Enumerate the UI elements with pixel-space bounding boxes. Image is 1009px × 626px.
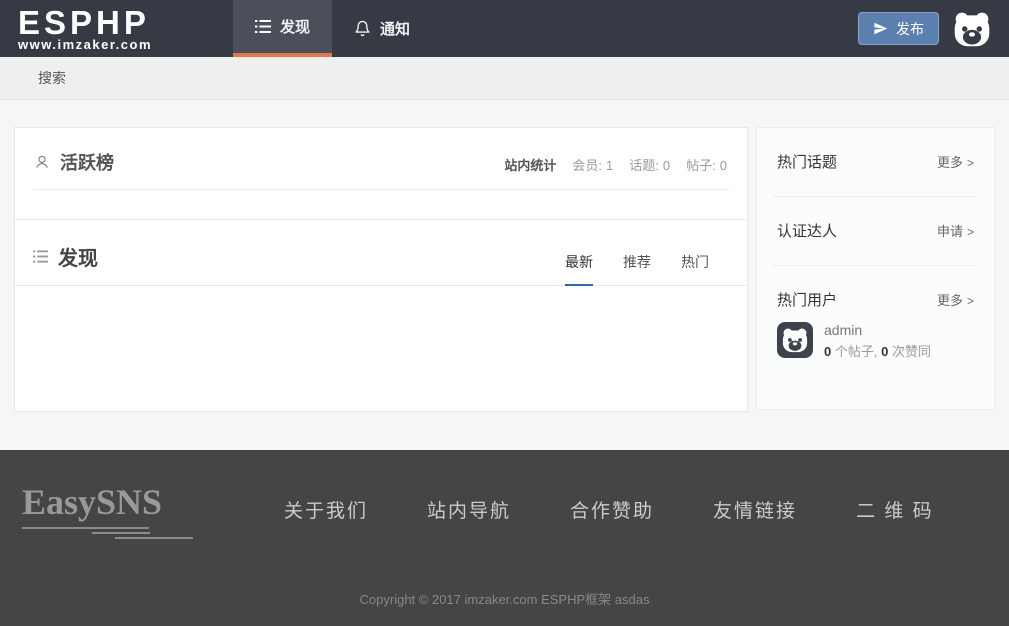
footer-link-about[interactable]: 关于我们 — [284, 496, 368, 523]
bell-icon — [354, 20, 371, 37]
discover-title: 发现 — [58, 242, 98, 271]
search-bar: 搜索 — [0, 57, 1009, 100]
sidebar: 热门话题 更多> 认证达人 申请> 热门用户 更多> admin — [756, 127, 995, 410]
hot-user-info: admin 0 个帖子, 0 次赞同 — [824, 322, 931, 360]
panda-avatar-icon — [952, 9, 992, 49]
footer-link-qrcode[interactable]: 二 维 码 — [856, 496, 934, 523]
list-icon — [33, 250, 48, 263]
site-stats-title: 站内统计 — [504, 155, 556, 174]
sidebar-section-hot-users: 热门用户 更多> — [773, 266, 978, 320]
person-icon — [33, 153, 51, 171]
search-link[interactable]: 搜索 — [38, 70, 66, 86]
footer-link-site-nav[interactable]: 站内导航 — [427, 496, 511, 523]
footer-logo-underline — [22, 527, 149, 529]
footer-nav: 关于我们 站内导航 合作赞助 友情链接 二 维 码 — [284, 496, 934, 523]
navbar-right: 发布 — [858, 0, 1009, 57]
discover-title-wrap: 发现 — [33, 242, 98, 271]
user-avatar[interactable] — [952, 9, 992, 49]
active-board-header: 活跃榜 — [33, 149, 114, 175]
hot-topics-more-link[interactable]: 更多> — [937, 152, 974, 171]
paper-plane-icon — [873, 21, 888, 36]
footer-logo-text: EasySNS — [22, 483, 264, 521]
divider — [33, 189, 729, 190]
footer-logo-underline — [92, 532, 150, 534]
admin-avatar[interactable] — [777, 322, 813, 358]
discover-header: 发现 最新 推荐 热门 — [15, 220, 747, 286]
chevron-right-icon: > — [967, 294, 974, 308]
admin-user-stats: 0 个帖子, 0 次赞同 — [824, 341, 931, 360]
panda-avatar-icon — [781, 326, 809, 354]
tab-recommended[interactable]: 推荐 — [623, 252, 651, 286]
logo-subtitle: www.imzaker.com — [18, 38, 233, 51]
nav-tab-discover[interactable]: 发现 — [233, 0, 332, 57]
discover-list-empty — [15, 286, 747, 411]
verified-title: 认证达人 — [777, 220, 837, 241]
sidebar-section-hot-topics: 热门话题 更多> — [773, 128, 978, 197]
top-navbar: ESPHP www.imzaker.com 发现 通知 发布 — [0, 0, 1009, 57]
admin-username[interactable]: admin — [824, 322, 931, 338]
footer-link-sponsor[interactable]: 合作赞助 — [570, 496, 654, 523]
discover-tabs: 最新 推荐 热门 — [565, 252, 709, 286]
footer: EasySNS 关于我们 站内导航 合作赞助 友情链接 二 维 码 Copyri… — [0, 450, 1009, 626]
sidebar-section-verified: 认证达人 申请> — [773, 197, 978, 266]
site-logo[interactable]: ESPHP www.imzaker.com — [0, 0, 233, 57]
stat-posts: 帖子:0 — [686, 155, 727, 174]
publish-button[interactable]: 发布 — [858, 12, 939, 45]
list-icon — [255, 20, 271, 33]
nav-tab-discover-label: 发现 — [280, 16, 310, 37]
discover-section: 发现 最新 推荐 热门 — [15, 220, 747, 411]
nav-tab-notifications-label: 通知 — [380, 18, 410, 39]
main-panel: 活跃榜 站内统计 会员:1 话题:0 帖子:0 发现 最新 — [14, 127, 748, 412]
hot-user-row: admin 0 个帖子, 0 次赞同 — [773, 320, 978, 360]
primary-nav: 发现 通知 — [233, 0, 432, 57]
copyright: Copyright © 2017 imzaker.com ESPHP框架 asd… — [0, 589, 1009, 608]
stat-topics: 话题:0 — [629, 155, 670, 174]
active-board-section: 活跃榜 站内统计 会员:1 话题:0 帖子:0 — [15, 128, 747, 220]
tab-latest[interactable]: 最新 — [565, 252, 593, 286]
footer-logo-underline — [115, 537, 193, 539]
hot-topics-title: 热门话题 — [777, 151, 837, 172]
content-area: 活跃榜 站内统计 会员:1 话题:0 帖子:0 发现 最新 — [14, 127, 995, 412]
stat-members: 会员:1 — [572, 155, 613, 174]
tab-hot[interactable]: 热门 — [681, 252, 709, 286]
verified-apply-link[interactable]: 申请> — [937, 221, 974, 240]
nav-tab-notifications[interactable]: 通知 — [332, 0, 432, 57]
site-stats: 站内统计 会员:1 话题:0 帖子:0 — [504, 155, 727, 174]
footer-logo: EasySNS — [22, 483, 264, 539]
logo-title: ESPHP — [18, 7, 233, 38]
chevron-right-icon: > — [967, 156, 974, 170]
publish-button-label: 发布 — [896, 19, 924, 39]
footer-link-friends[interactable]: 友情链接 — [713, 496, 797, 523]
active-board-title: 活跃榜 — [60, 149, 114, 175]
chevron-right-icon: > — [967, 225, 974, 239]
hot-users-more-link[interactable]: 更多> — [937, 290, 974, 309]
hot-users-title: 热门用户 — [777, 289, 837, 310]
